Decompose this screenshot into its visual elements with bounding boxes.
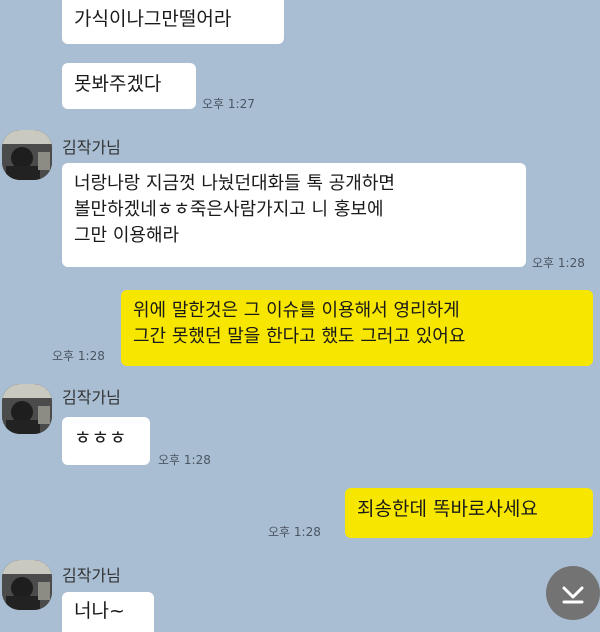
avatar-photo-icon [2, 384, 52, 434]
message-bubble-received[interactable]: ㅎㅎㅎ [62, 417, 150, 465]
sender-avatar[interactable] [2, 384, 52, 434]
message-bubble-received[interactable]: 못봐주겠다 [62, 63, 196, 109]
message-bubble-received[interactable]: 너나~ [62, 592, 154, 632]
message-timestamp: 오후 1:28 [158, 453, 211, 467]
avatar-photo-icon [2, 560, 52, 610]
message-bubble-received[interactable]: 가식이나그만떨어라 [62, 0, 284, 44]
message-timestamp: 오후 1:28 [268, 525, 321, 539]
sender-avatar[interactable] [2, 130, 52, 180]
message-bubble-received[interactable]: 너랑나랑 지금껏 나눴던대화들 톡 공개하면 볼만하겠네ㅎㅎ죽은사람가지고 니 … [62, 163, 526, 267]
scroll-to-bottom-button[interactable] [546, 566, 600, 620]
sender-avatar[interactable] [2, 560, 52, 610]
message-timestamp: 오후 1:28 [52, 349, 105, 363]
message-bubble-sent[interactable]: 죄송한데 똑바로사세요 [345, 488, 593, 538]
sender-name: 김작가님 [62, 388, 121, 407]
message-timestamp: 오후 1:27 [202, 97, 255, 111]
chevron-down-icon [562, 586, 584, 604]
message-timestamp: 오후 1:28 [532, 256, 585, 270]
sender-name: 김작가님 [62, 566, 121, 585]
message-bubble-sent[interactable]: 위에 말한것은 그 이슈를 이용해서 영리하게 그간 못했던 말을 한다고 했도… [121, 290, 593, 366]
avatar-photo-icon [2, 130, 52, 180]
sender-name: 김작가님 [62, 138, 121, 157]
